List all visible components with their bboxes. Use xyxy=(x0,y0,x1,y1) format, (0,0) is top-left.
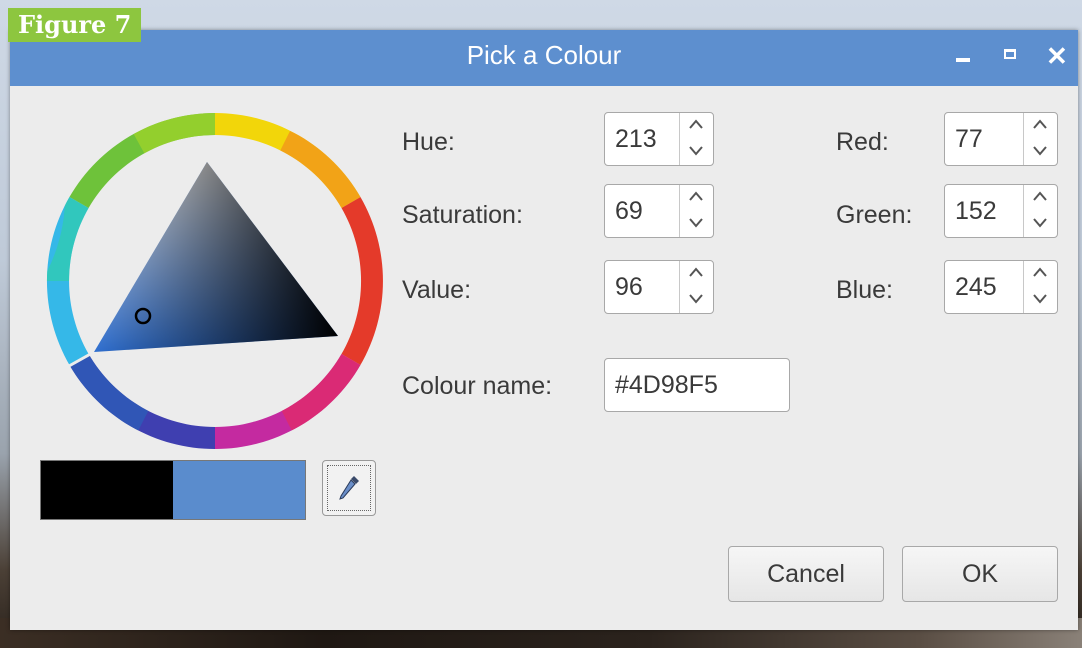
saturation-spinbox[interactable]: 69 xyxy=(604,184,714,238)
green-spinbox[interactable]: 152 xyxy=(944,184,1058,238)
blue-spinbox[interactable]: 245 xyxy=(944,260,1058,314)
colour-preview-swatches xyxy=(40,460,306,520)
spin-down-icon[interactable] xyxy=(687,141,705,159)
colour-picker-dialog: Pick a Colour ✕ Hue: 213 Saturation: 69 … xyxy=(10,30,1078,630)
blue-spin-buttons[interactable] xyxy=(1023,261,1057,313)
spin-down-icon[interactable] xyxy=(1031,141,1049,159)
previous-colour-swatch xyxy=(41,461,173,519)
minimize-icon[interactable] xyxy=(956,44,970,62)
colour-name-label: Colour name: xyxy=(402,372,553,400)
current-colour-swatch xyxy=(173,461,305,519)
saturation-value[interactable]: 69 xyxy=(615,197,643,226)
spin-up-icon[interactable] xyxy=(1031,116,1049,134)
red-spinbox[interactable]: 77 xyxy=(944,112,1058,166)
hue-spinbox[interactable]: 213 xyxy=(604,112,714,166)
figure-label: Figure 7 xyxy=(8,8,142,42)
spin-down-icon[interactable] xyxy=(687,289,705,307)
eyedropper-button[interactable] xyxy=(322,460,376,516)
red-spin-buttons[interactable] xyxy=(1023,113,1057,165)
green-label: Green: xyxy=(836,201,913,229)
red-value[interactable]: 77 xyxy=(955,125,983,154)
spin-down-icon[interactable] xyxy=(1031,289,1049,307)
colour-name-value[interactable]: #4D98F5 xyxy=(615,371,718,400)
spin-up-icon[interactable] xyxy=(1031,188,1049,206)
spin-up-icon[interactable] xyxy=(687,188,705,206)
saturation-label: Saturation: xyxy=(402,201,523,229)
value-spinbox[interactable]: 96 xyxy=(604,260,714,314)
value-label: Value: xyxy=(402,276,472,304)
window-title: Pick a Colour xyxy=(466,40,622,70)
cancel-button[interactable]: Cancel xyxy=(728,546,884,602)
blue-value[interactable]: 245 xyxy=(955,273,997,302)
green-spin-buttons[interactable] xyxy=(1023,185,1057,237)
close-icon[interactable]: ✕ xyxy=(1046,43,1068,69)
title-bar[interactable]: Pick a Colour ✕ xyxy=(10,30,1078,86)
ok-button[interactable]: OK xyxy=(902,546,1058,602)
hue-wheel[interactable] xyxy=(42,108,388,454)
spin-down-icon[interactable] xyxy=(1031,213,1049,231)
spin-up-icon[interactable] xyxy=(687,116,705,134)
colour-name-input[interactable]: #4D98F5 xyxy=(604,358,790,412)
saturation-value-triangle[interactable] xyxy=(94,162,338,352)
red-label: Red: xyxy=(836,128,889,156)
hue-value[interactable]: 213 xyxy=(615,125,657,154)
spin-down-icon[interactable] xyxy=(687,213,705,231)
green-value[interactable]: 152 xyxy=(955,197,997,226)
blue-label: Blue: xyxy=(836,276,893,304)
value-value[interactable]: 96 xyxy=(615,273,643,302)
saturation-spin-buttons[interactable] xyxy=(679,185,713,237)
value-spin-buttons[interactable] xyxy=(679,261,713,313)
hue-label: Hue: xyxy=(402,128,455,156)
spin-up-icon[interactable] xyxy=(1031,264,1049,282)
eyedropper-icon xyxy=(339,476,359,500)
hue-spin-buttons[interactable] xyxy=(679,113,713,165)
spin-up-icon[interactable] xyxy=(687,264,705,282)
maximize-icon[interactable] xyxy=(1004,44,1016,59)
